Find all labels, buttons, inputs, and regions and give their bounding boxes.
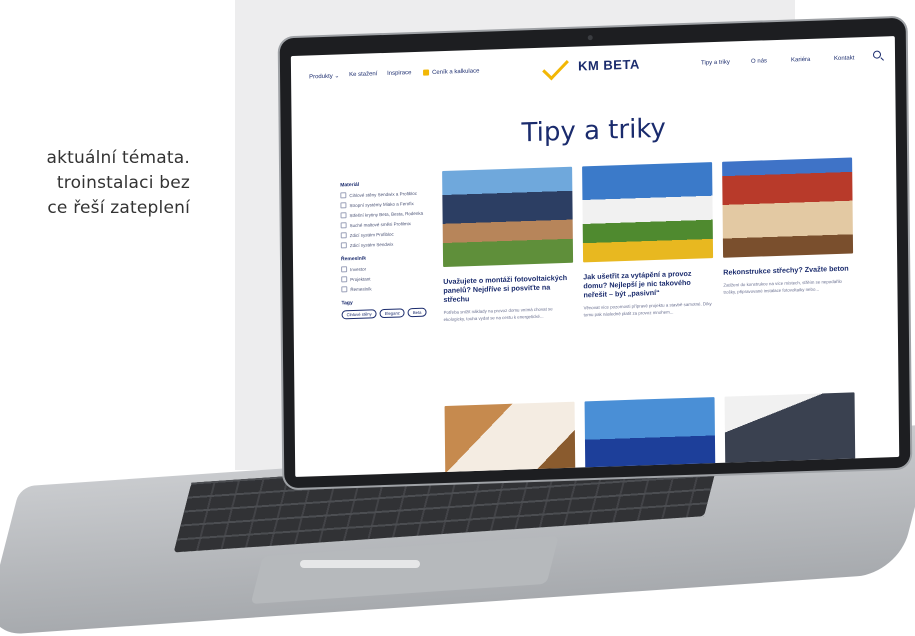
checkbox[interactable]: [340, 232, 347, 239]
filter-option[interactable]: Stropní systémy Miako a Ferofix: [340, 199, 430, 209]
filters-sidebar: Materiál Cihlové stěny Sendwix a Profibl…: [340, 179, 432, 320]
checkbox[interactable]: [341, 266, 348, 273]
article-excerpt: Potřeba snížit náklady na provoz domu vn…: [443, 306, 553, 323]
filter-option-label: Zdicí systém Profibloc: [349, 231, 394, 238]
calculator-icon: [423, 69, 430, 76]
filter-option[interactable]: Cihlové stěny Sendwix a Profibloc: [340, 189, 430, 199]
article-grid: Uvažujete o montáži fotovoltaických pane…: [442, 157, 872, 477]
article-image-roof-tiles[interactable]: [724, 392, 856, 477]
nav-kontakt[interactable]: Kontakt: [834, 55, 854, 62]
article-image-passive-house[interactable]: [582, 162, 714, 263]
page-title: Tipy a triky: [521, 113, 667, 149]
article-card[interactable]: Jak ušetřit za vytápění a provoz domu? N…: [582, 162, 714, 318]
article-card[interactable]: [584, 397, 716, 477]
camera-icon: [587, 35, 593, 41]
laptop-lid: Produkty ⌄ Ke stažení Inspirace Ceník a …: [279, 17, 911, 489]
tag-chip[interactable]: Eleganz: [379, 308, 405, 319]
article-card[interactable]: Uvažujete o montáži fotovoltaických pane…: [442, 166, 574, 323]
nav-produkty[interactable]: Produkty ⌄: [309, 72, 339, 80]
article-image-roof-reconstruction[interactable]: [722, 157, 854, 258]
filter-option[interactable]: Investor: [341, 263, 431, 273]
tag-chip[interactable]: Beta: [407, 307, 427, 318]
article-excerpt: Zatížení do konstrukce na více místech, …: [723, 278, 843, 295]
site-logo[interactable]: KM BETA: [542, 53, 640, 81]
article-card[interactable]: [724, 392, 856, 477]
filter-heading-tags: Tagy: [341, 300, 353, 307]
nav-ke-stazeni[interactable]: Ke stažení: [349, 71, 377, 78]
nav-tipy-a-triky[interactable]: Tipy a triky: [701, 60, 730, 67]
article-title[interactable]: Jak ušetřit za vytápění a provoz domu? N…: [583, 268, 713, 300]
checkbox[interactable]: [340, 212, 347, 219]
logo-text: KM BETA: [577, 56, 640, 74]
checkbox[interactable]: [340, 242, 347, 249]
filter-heading-owner: Řemeslník: [340, 255, 367, 263]
trackpad: [250, 535, 559, 605]
checkbox[interactable]: [341, 286, 348, 293]
tag-chip[interactable]: Cihlové stěny: [341, 309, 377, 320]
article-excerpt: Věnovat více pozornosti přípravě projekt…: [583, 301, 712, 318]
checkbox[interactable]: [340, 202, 347, 209]
filter-option-label: Investor: [350, 266, 367, 272]
tag-list: Cihlové stěny Eleganz Beta: [341, 307, 432, 320]
search-icon[interactable]: [872, 50, 882, 59]
filter-option[interactable]: Suché maltové směsi Profilmix: [340, 219, 431, 229]
filter-option[interactable]: Řemeslník: [341, 283, 431, 293]
logo-mark-icon: [542, 53, 569, 81]
article-card[interactable]: Rekonstrukce střechy? Zvažte beton Zatíž…: [722, 157, 854, 295]
checkbox[interactable]: [341, 276, 348, 283]
filter-option-label: Stropní systémy Miako a Ferofix: [349, 200, 414, 208]
filter-option-label: Řemeslník: [350, 285, 372, 292]
filter-heading-material: Materiál: [340, 181, 360, 189]
article-image-interior-beams[interactable]: [444, 401, 576, 477]
site-nav: Produkty ⌄ Ke stažení Inspirace Ceník a …: [291, 36, 895, 102]
filter-option-label: Projektant: [350, 275, 371, 282]
article-image-truck[interactable]: [584, 397, 716, 477]
laptop-front-notch: [300, 560, 420, 568]
nav-cenik-label: Ceník a kalkulace: [432, 68, 480, 76]
article-card[interactable]: [444, 401, 576, 477]
article-image-solar-roof[interactable]: [442, 166, 574, 268]
nav-inspirace[interactable]: Inspirace: [387, 70, 411, 77]
filter-option-label: Suché maltové směsi Profilmix: [349, 220, 411, 228]
filter-option[interactable]: Projektant: [341, 273, 431, 283]
checkbox[interactable]: [340, 222, 347, 229]
filter-option-label: Cihlové stěny Sendwix a Profibloc: [349, 190, 418, 198]
filter-option[interactable]: Střešní krytiny Beta, Besta, Rodenka: [340, 209, 431, 219]
article-title[interactable]: Rekonstrukce střechy? Zvažte beton: [723, 263, 853, 277]
article-title[interactable]: Uvažujete o montáži fotovoltaických pane…: [443, 273, 573, 304]
nav-cenik[interactable]: Ceník a kalkulace: [423, 68, 479, 76]
nav-kariera[interactable]: Kariéra: [791, 57, 810, 64]
filter-option[interactable]: Zdicí systém Sendwix: [340, 239, 431, 249]
laptop-screen: Produkty ⌄ Ke stažení Inspirace Ceník a …: [290, 36, 900, 477]
laptop-mockup: Produkty ⌄ Ke stažení Inspirace Ceník a …: [0, 0, 915, 636]
filter-option-label: Zdicí systém Sendwix: [349, 241, 394, 248]
filter-option-label: Střešní krytiny Beta, Besta, Rodenka: [349, 210, 424, 218]
checkbox[interactable]: [340, 192, 347, 199]
nav-o-nas[interactable]: O nás: [751, 58, 767, 65]
filter-option[interactable]: Zdicí systém Profibloc: [340, 229, 431, 239]
